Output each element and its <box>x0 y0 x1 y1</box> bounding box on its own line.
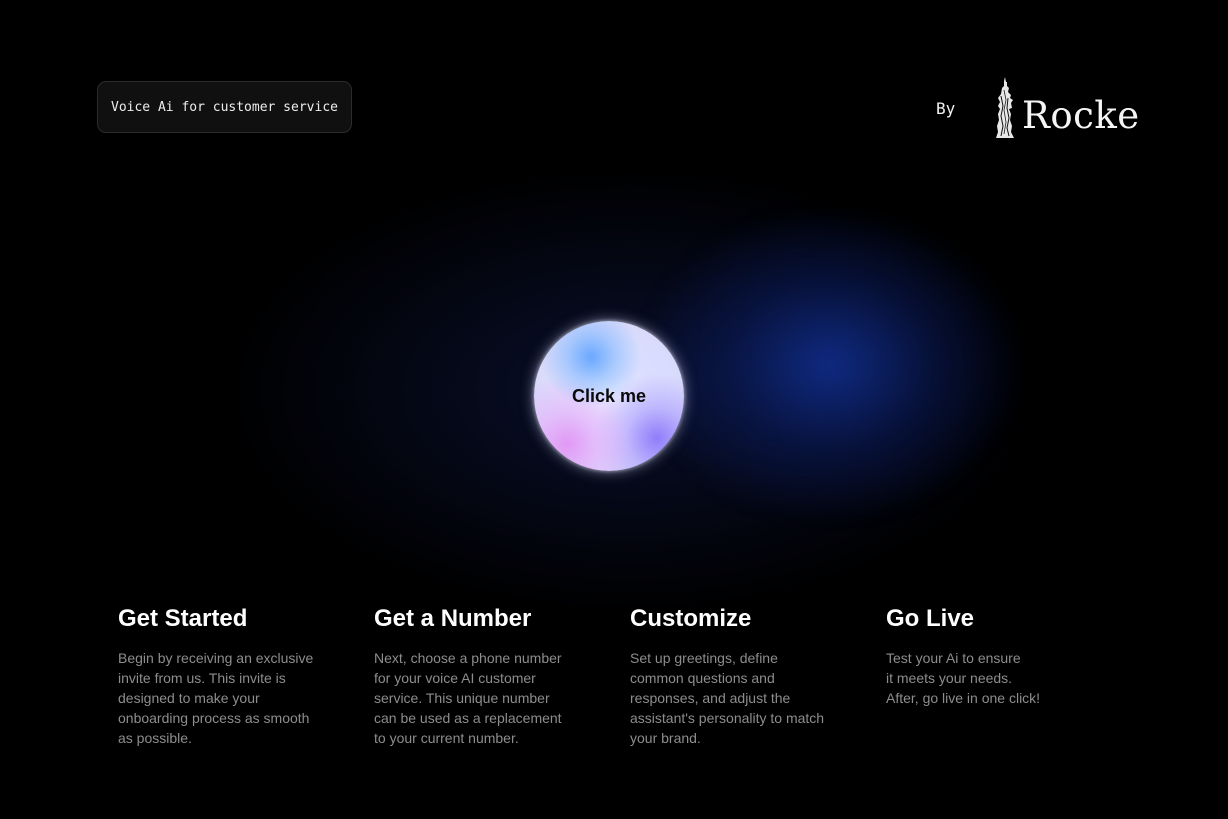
orb-button-label: Click me <box>571 385 647 406</box>
step-description-line: service. This unique number <box>374 690 550 706</box>
step-get-a-number: Get a Number Next, choose a phone number… <box>374 604 600 748</box>
step-description-line: common questions and <box>630 670 775 686</box>
step-description-line: onboarding process as smooth <box>118 710 310 726</box>
step-description-line: it meets your needs. <box>886 670 1013 686</box>
brand-prefix: By <box>936 99 956 118</box>
step-description: Set up greetings, define common question… <box>630 648 856 748</box>
step-get-started: Get Started Begin by receiving an exclus… <box>118 604 344 748</box>
step-description-line: Begin by receiving an exclusive <box>118 650 314 666</box>
step-description-line: designed to make your <box>118 690 260 706</box>
step-description: Begin by receiving an exclusive invite f… <box>118 648 344 748</box>
step-description-line: for your voice AI customer <box>374 670 536 686</box>
step-title: Go Live <box>886 605 975 632</box>
step-description-line: After, go live in one click! <box>886 690 1041 706</box>
step-description-line: responses, and adjust the <box>630 690 791 706</box>
step-description-line: invite from us. This invite is <box>118 670 286 686</box>
background-blue-glow <box>640 210 1020 520</box>
step-customize: Customize Set up greetings, define commo… <box>630 604 856 748</box>
page: Voice Ai for customer service By Rocke C… <box>0 0 1228 819</box>
voice-orb-button[interactable]: Click me <box>534 321 684 471</box>
statue-icon <box>996 77 1014 138</box>
brand-name: Rocke <box>1022 94 1140 137</box>
step-description-line: Set up greetings, define <box>630 650 778 666</box>
step-title: Get Started <box>118 605 248 632</box>
step-description-line: can be used as a replacement <box>374 710 562 726</box>
step-description-line: as possible. <box>118 730 192 746</box>
step-go-live: Go Live Test your Ai to ensure it meets … <box>886 604 1112 708</box>
step-title: Customize <box>630 605 752 632</box>
tagline-badge: Voice Ai for customer service <box>97 81 352 133</box>
step-description-line: Next, choose a phone number <box>374 650 562 666</box>
step-description-line: assistant's personality to match <box>630 710 825 726</box>
tagline-text: Voice Ai for customer service <box>111 99 338 115</box>
step-description-line: to your current number. <box>374 730 519 746</box>
brand[interactable]: By Rocke <box>936 74 1139 144</box>
step-description-line: Test your Ai to ensure <box>886 650 1021 666</box>
step-description-line: your brand. <box>630 730 701 746</box>
step-description: Next, choose a phone number for your voi… <box>374 648 600 748</box>
steps-section: Get Started Begin by receiving an exclus… <box>118 604 1118 764</box>
step-description: Test your Ai to ensure it meets your nee… <box>886 648 1112 708</box>
step-title: Get a Number <box>374 605 532 632</box>
